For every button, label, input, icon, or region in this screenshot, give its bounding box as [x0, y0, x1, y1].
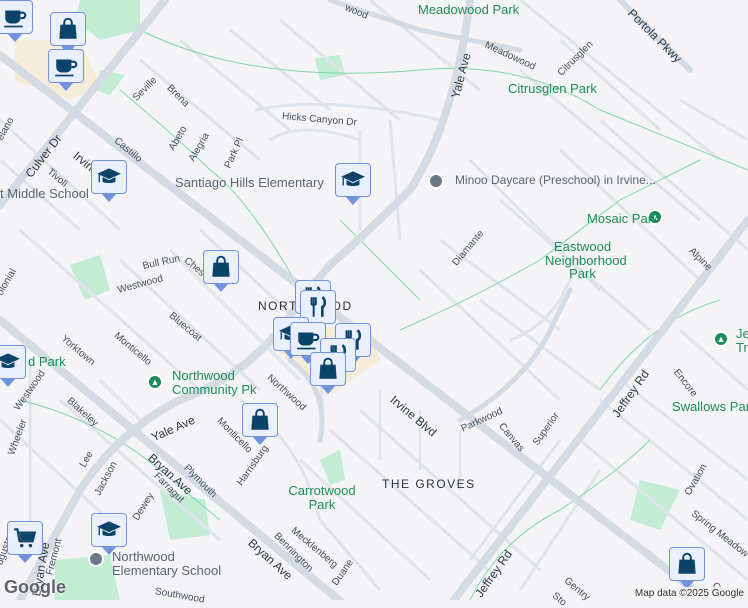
park-tree-icon[interactable]: ▲ [147, 374, 163, 390]
marker-school[interactable] [91, 513, 127, 555]
graduation-cap-icon [96, 164, 122, 190]
graduation-cap-icon [96, 517, 122, 543]
marker-cafe[interactable] [48, 49, 84, 91]
poi-label-santiago-hills[interactable]: Santiago Hills Elementary [175, 176, 324, 190]
marker-school[interactable] [91, 160, 127, 202]
coffee-cup-icon [2, 4, 28, 30]
map-attribution[interactable]: Map data ©2025 Google [630, 587, 748, 600]
park-label-citrusglen[interactable]: Citrusglen Park [508, 82, 597, 96]
park-label-mosaic[interactable]: Mosaic Park [587, 212, 659, 226]
marker-grocery[interactable] [7, 521, 43, 563]
park-label-carrotwood[interactable]: Carrotwood Park [282, 484, 362, 511]
shopping-bag-icon [674, 551, 700, 577]
poi-label-minoo-daycare[interactable]: Minoo Daycare (Preschool) in Irvine... [455, 174, 656, 187]
park-tree-icon[interactable]: ▲ [713, 331, 729, 347]
park-area [320, 450, 345, 485]
graduation-cap-icon [340, 167, 366, 193]
marker-shopping[interactable] [669, 547, 705, 589]
graduation-cap-icon [0, 349, 21, 375]
shopping-bag-icon [247, 407, 273, 433]
park-label-northwood-community[interactable]: Northwood Community Pk [172, 369, 267, 396]
marker-cafe[interactable] [0, 0, 33, 42]
shopping-bag-icon [55, 16, 81, 42]
neighborhood-label-the-groves: THE GROVES [382, 477, 476, 491]
marker-school[interactable] [335, 163, 371, 205]
shopping-bag-icon [208, 254, 234, 280]
preschool-icon[interactable] [428, 173, 444, 189]
marker-shopping[interactable] [310, 352, 346, 394]
map-canvas[interactable] [0, 0, 748, 600]
shopping-bag-icon [315, 356, 341, 382]
marker-school[interactable] [0, 345, 26, 387]
coffee-cup-icon [53, 53, 79, 79]
park-label-meadowood[interactable]: Meadowood Park [418, 3, 519, 17]
park-label-eastwood[interactable]: Eastwood Neighborhood Park [545, 240, 627, 281]
park-label-d-park[interactable]: d Park [28, 355, 66, 369]
poi-label-middle-school[interactable]: t Middle School [0, 187, 89, 201]
marker-shopping[interactable] [242, 403, 278, 445]
park-label-je-tr[interactable]: Je Tr [736, 327, 748, 354]
coffee-cup-icon [295, 326, 321, 352]
poi-label-northwood-elementary[interactable]: Northwood Elementary School [112, 550, 232, 577]
park-area [315, 55, 345, 80]
marker-shopping[interactable] [203, 250, 239, 292]
fork-knife-icon [305, 294, 331, 320]
google-logo[interactable]: Google [4, 577, 66, 598]
shopping-cart-icon [12, 525, 38, 551]
park-label-swallows[interactable]: Swallows Park [672, 400, 748, 414]
marker-shopping[interactable] [50, 12, 86, 54]
